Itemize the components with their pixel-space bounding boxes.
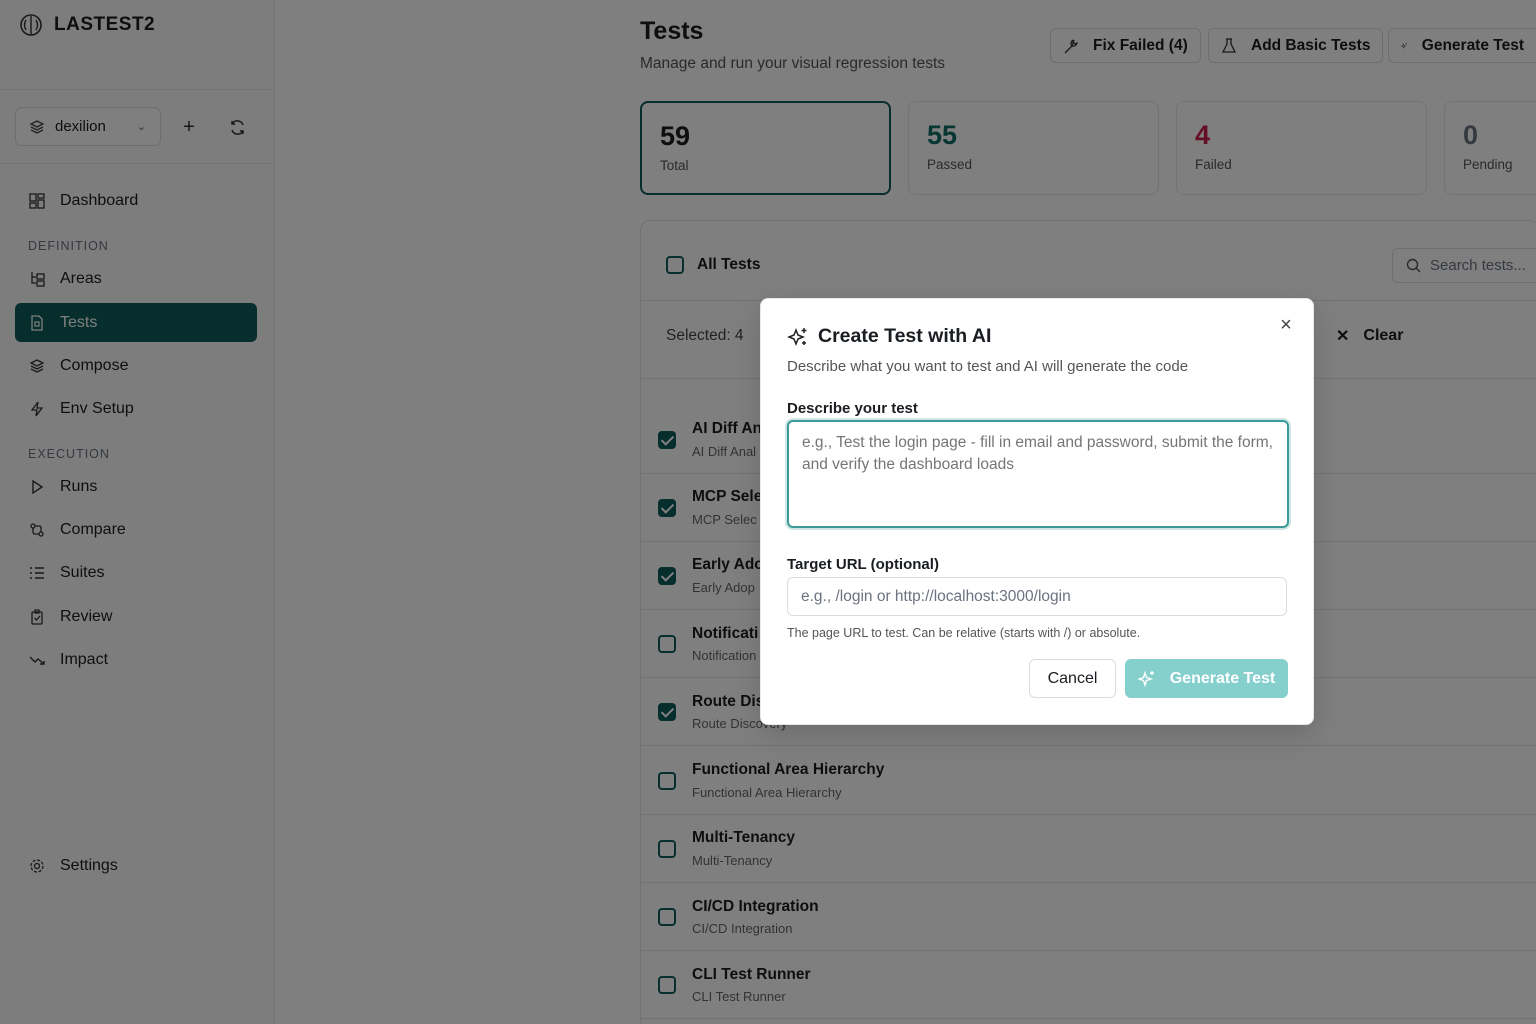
close-icon[interactable]: × [1275, 314, 1297, 336]
url-help-text: The page URL to test. Can be relative (s… [787, 626, 1141, 640]
dialog-description: Describe what you want to test and AI wi… [787, 358, 1189, 375]
describe-label: Describe your test [787, 400, 918, 417]
url-placeholder: e.g., /login or http://localhost:3000/lo… [801, 587, 1071, 605]
generate-label: Generate Test [1169, 669, 1276, 687]
generate-test-button[interactable]: Generate Test [1125, 659, 1288, 698]
url-label: Target URL (optional) [787, 556, 939, 573]
dialog-title: Create Test with AI [787, 325, 991, 348]
dialog-title-text: Create Test with AI [818, 325, 992, 347]
describe-textarea[interactable] [787, 420, 1289, 528]
target-url-input[interactable]: e.g., /login or http://localhost:3000/lo… [787, 577, 1287, 616]
create-test-dialog: × Create Test with AI Describe what you … [760, 298, 1314, 725]
sparkles-icon [1137, 670, 1154, 687]
sparkles-icon [787, 327, 807, 346]
cancel-button[interactable]: Cancel [1029, 659, 1116, 698]
